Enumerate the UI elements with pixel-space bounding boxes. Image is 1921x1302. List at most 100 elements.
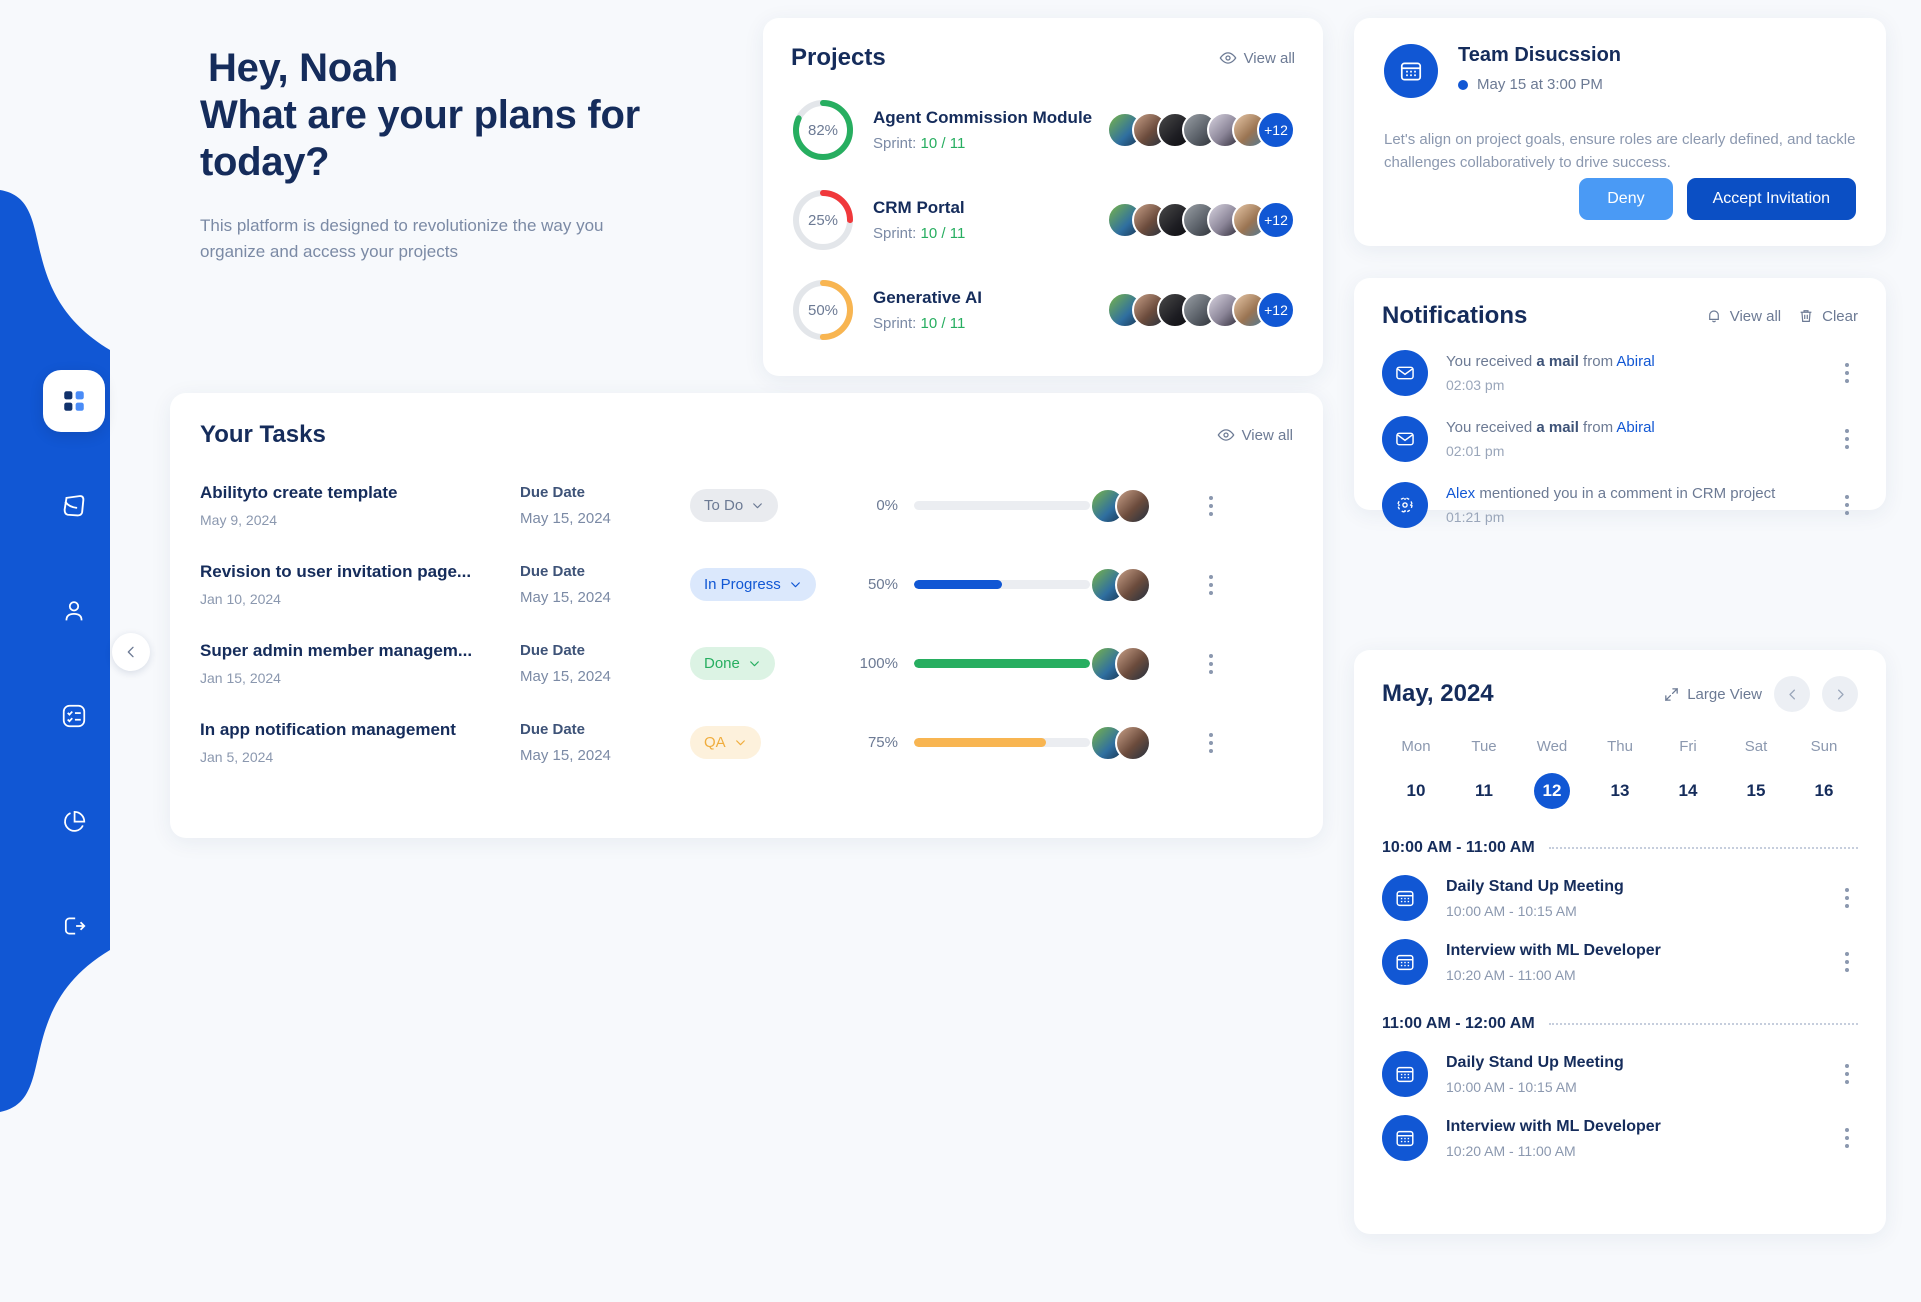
- calendar-day-cell[interactable]: 15: [1722, 773, 1790, 809]
- task-row[interactable]: In app notification management Jan 5, 202…: [200, 720, 1293, 765]
- notifications-view-all-button[interactable]: View all: [1705, 307, 1781, 325]
- avatar[interactable]: [1115, 487, 1151, 524]
- bell-icon: [1708, 310, 1719, 323]
- task-menu-button[interactable]: [1200, 495, 1222, 516]
- calendar-large-view-label: Large View: [1687, 685, 1762, 703]
- calendar-day-cell[interactable]: 12: [1518, 773, 1586, 809]
- project-extra-members[interactable]: +12: [1257, 111, 1295, 149]
- notification-row[interactable]: You received a mail from Abiral 02:01 pm: [1382, 416, 1858, 462]
- calendar-prev-button[interactable]: [1774, 676, 1810, 712]
- notification-menu-button[interactable]: [1836, 363, 1858, 383]
- event-menu-button[interactable]: [1836, 888, 1858, 908]
- task-date: Jan 5, 2024: [200, 749, 274, 765]
- avatar[interactable]: [1115, 645, 1151, 682]
- task-row[interactable]: Revision to user invitation page... Jan 1…: [200, 562, 1293, 607]
- task-row[interactable]: Super admin member managem... Jan 15, 202…: [200, 641, 1293, 686]
- mail-icon: [1396, 432, 1414, 446]
- calendar-day-number: 13: [1610, 781, 1630, 800]
- sidebar-item-analytics[interactable]: [43, 790, 105, 852]
- task-date: May 9, 2024: [200, 512, 278, 528]
- task-status-dropdown[interactable]: Done: [690, 647, 775, 680]
- notifications-actions: View all Clear: [1705, 307, 1858, 325]
- calendar-day-cell[interactable]: 14: [1654, 773, 1722, 809]
- notification-time: 02:01 pm: [1446, 443, 1505, 459]
- task-status-dropdown[interactable]: QA: [690, 726, 761, 759]
- project-extra-members[interactable]: +12: [1257, 201, 1295, 239]
- tasks-card: Your Tasks View all Abilityto create tem…: [170, 393, 1323, 838]
- notification-menu-button[interactable]: [1836, 495, 1858, 515]
- event-menu-button[interactable]: [1836, 952, 1858, 972]
- eye-icon: [1219, 52, 1236, 64]
- task-progress-cell: 50%: [850, 576, 1090, 593]
- calendar-day-name: Thu: [1607, 738, 1633, 755]
- calendar-day-cell[interactable]: 11: [1450, 773, 1518, 809]
- team-discussion-title: Team Disucssion: [1458, 44, 1622, 66]
- projects-header: Projects View all: [791, 44, 1295, 72]
- task-status-dropdown[interactable]: To Do: [690, 489, 779, 522]
- task-menu-button[interactable]: [1200, 574, 1222, 595]
- notification-row[interactable]: Alex mentioned you in a comment in CRM p…: [1382, 482, 1858, 528]
- chevron-left-icon: [127, 646, 134, 658]
- pie-chart-icon: [64, 811, 86, 832]
- task-assignees: [1090, 566, 1200, 603]
- calendar-day-number: 12: [1534, 773, 1570, 809]
- sidebar-collapse-button[interactable]: [112, 633, 150, 671]
- sidebar-item-users[interactable]: [43, 580, 105, 642]
- schedule-event-row[interactable]: Daily Stand Up Meeting 10:00 AM - 10:15 A…: [1382, 875, 1858, 921]
- task-row[interactable]: Abilityto create template May 9, 2024 Due …: [200, 483, 1293, 528]
- projects-view-all-button[interactable]: View all: [1219, 49, 1295, 67]
- project-progress-donut: 50%: [791, 278, 855, 342]
- event-title: Interview with ML Developer: [1446, 1117, 1661, 1135]
- notification-link[interactable]: Abiral: [1616, 353, 1654, 370]
- notification-body: You received a mail from Abiral 02:01 pm: [1446, 419, 1818, 459]
- project-extra-members[interactable]: +12: [1257, 291, 1295, 329]
- notification-row[interactable]: You received a mail from Abiral 02:03 pm: [1382, 350, 1858, 396]
- project-row[interactable]: 25% CRM Portal Sprint: 10 / 11 +12: [791, 188, 1295, 252]
- task-menu-button[interactable]: [1200, 653, 1222, 674]
- team-discussion-when: May 15 at 3:00 PM: [1458, 76, 1621, 93]
- calendar-day-cell[interactable]: 10: [1382, 773, 1450, 809]
- event-menu-button[interactable]: [1836, 1064, 1858, 1084]
- project-row[interactable]: 82% Agent Commission Module Sprint: 10 / 1…: [791, 98, 1295, 162]
- task-title: Super admin member managem...: [200, 641, 473, 660]
- notification-icon-badge: [1382, 350, 1428, 396]
- notification-link[interactable]: Alex: [1446, 485, 1475, 502]
- task-status-cell: To Do: [690, 489, 850, 522]
- task-menu-button[interactable]: [1200, 732, 1222, 753]
- calendar-header: May, 2024 Large View: [1382, 676, 1858, 712]
- project-name: Generative AI: [873, 288, 982, 307]
- calendar-day-name: Sat: [1744, 738, 1768, 755]
- task-title: Abilityto create template: [200, 483, 398, 502]
- event-menu-button[interactable]: [1836, 1128, 1858, 1148]
- notification-menu-button[interactable]: [1836, 429, 1858, 449]
- mention-icon: [1397, 497, 1413, 513]
- task-due-label: Due Date: [520, 563, 586, 580]
- schedule-event-row[interactable]: Daily Stand Up Meeting 10:00 AM - 10:15 A…: [1382, 1051, 1858, 1097]
- sidebar-item-projects[interactable]: [43, 475, 105, 537]
- hero-heading: Hey, Noah What are your plans for today?: [200, 45, 720, 187]
- task-due-value: May 15, 2024: [520, 589, 611, 606]
- accept-invitation-button[interactable]: Accept Invitation: [1686, 178, 1856, 220]
- calendar-next-button[interactable]: [1822, 676, 1858, 712]
- sidebar-item-tasks[interactable]: [43, 685, 105, 747]
- calendar-day-cell[interactable]: 16: [1790, 773, 1858, 809]
- project-row[interactable]: 50% Generative AI Sprint: 10 / 11 +12: [791, 278, 1295, 342]
- schedule-event-row[interactable]: Interview with ML Developer 10:20 AM - 11…: [1382, 939, 1858, 985]
- sidebar-item-dashboard[interactable]: [43, 370, 105, 432]
- hero-section: Hey, Noah What are your plans for today?…: [200, 45, 720, 265]
- project-percent-label: 82%: [807, 121, 839, 139]
- notifications-clear-button[interactable]: Clear: [1797, 307, 1858, 325]
- calendar-icon: [1396, 890, 1414, 907]
- schedule-event-row[interactable]: Interview with ML Developer 10:20 AM - 11…: [1382, 1115, 1858, 1161]
- sidebar-item-logout[interactable]: [43, 895, 105, 957]
- task-status-dropdown[interactable]: In Progress: [690, 568, 816, 601]
- event-body: Daily Stand Up Meeting 10:00 AM - 10:15 A…: [1446, 1054, 1818, 1095]
- calendar-day-cell[interactable]: 13: [1586, 773, 1654, 809]
- notification-link[interactable]: Abiral: [1616, 419, 1654, 436]
- deny-button[interactable]: Deny: [1579, 178, 1673, 220]
- task-due-cell: Due Date May 15, 2024: [520, 721, 690, 764]
- avatar[interactable]: [1115, 724, 1151, 761]
- calendar-large-view-button[interactable]: Large View: [1663, 686, 1762, 703]
- avatar[interactable]: [1115, 566, 1151, 603]
- tasks-view-all-button[interactable]: View all: [1217, 426, 1293, 444]
